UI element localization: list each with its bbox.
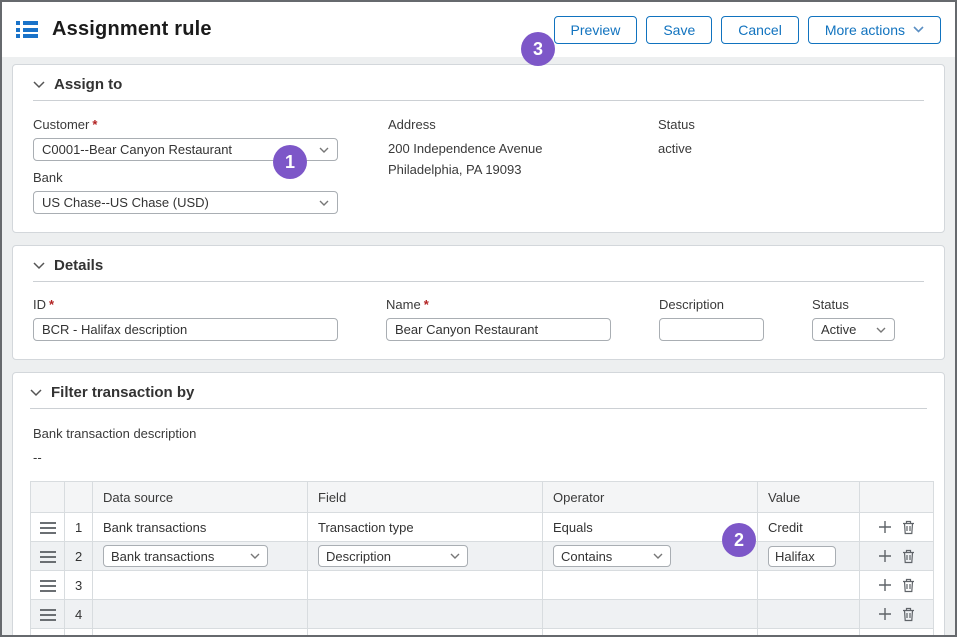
data-source-select[interactable]: Bank transactions [103,545,268,567]
chevron-down-icon [33,81,45,89]
drag-handle-icon[interactable] [40,609,56,621]
customer-status-value: active [658,138,695,159]
details-title: Details [54,257,103,274]
row-number: 2 [65,542,93,571]
header-actions: Preview Save Cancel More actions [554,16,941,44]
name-input[interactable] [395,322,602,337]
id-field-wrap [33,318,338,341]
chevron-down-icon [913,26,924,33]
required-asterisk: * [92,117,97,132]
table-header-row: Data source Field Operator Value [31,482,934,513]
row-number: 1 [65,513,93,542]
description-input[interactable] [668,322,755,337]
chevron-down-icon [319,147,329,153]
add-row-icon[interactable] [878,607,892,621]
row-number: 4 [65,600,93,629]
field-select[interactable]: Description [318,545,468,567]
required-asterisk: * [49,297,54,312]
add-row-icon[interactable] [878,578,892,592]
step-badge-1: 1 [273,145,307,179]
page-title: Assignment rule [52,18,212,41]
customer-status-label: Status [658,117,695,132]
actions-column-header [860,482,934,513]
cancel-button[interactable]: Cancel [721,16,799,44]
id-input[interactable] [42,322,329,337]
bank-transaction-description-value: -- [33,450,927,465]
drag-handle-icon[interactable] [40,551,56,563]
customer-select-value: C0001--Bear Canyon Restaurant [42,142,232,157]
id-label: ID* [33,297,338,312]
assign-to-title: Assign to [54,76,122,93]
chevron-down-icon [319,200,329,206]
delete-row-icon[interactable] [902,607,915,622]
value-input[interactable] [768,546,836,567]
table-row: 5 [31,629,934,637]
row-number: 3 [65,571,93,600]
filter-header[interactable]: Filter transaction by [30,384,927,409]
bank-select[interactable]: US Chase--US Chase (USD) [33,191,338,214]
step-badge-3: 3 [521,32,555,66]
filter-section: Filter transaction by Bank transaction d… [12,372,945,637]
chevron-down-icon [33,262,45,270]
save-button[interactable]: Save [646,16,712,44]
row-number: 5 [65,629,93,637]
assignment-rule-page: Assignment rule Preview Save Cancel More… [0,0,957,637]
delete-row-icon[interactable] [902,520,915,535]
customer-label: Customer* [33,117,338,132]
chevron-down-icon [653,553,663,559]
name-label: Name* [386,297,611,312]
rule-status-value: Active [821,322,856,337]
bank-transaction-description-label: Bank transaction description [33,426,927,441]
name-field-wrap [386,318,611,341]
preview-button[interactable]: Preview [554,16,638,44]
more-actions-button[interactable]: More actions [808,16,941,44]
address-line1: 200 Independence Avenue [388,138,608,159]
description-label: Description [659,297,764,312]
operator-column-header: Operator [543,482,758,513]
chevron-down-icon [30,389,42,397]
list-icon[interactable] [16,21,38,38]
details-header[interactable]: Details [33,257,924,282]
more-actions-label: More actions [825,22,905,38]
assign-to-section: Assign to Customer* C0001--Bear Canyon R… [12,64,945,233]
table-row: 1 Bank transactions Transaction type Equ… [31,513,934,542]
drag-column-header [31,482,65,513]
operator-select[interactable]: Contains [553,545,671,567]
chevron-down-icon [450,553,460,559]
add-row-icon[interactable] [878,549,892,563]
field-cell: Transaction type [308,513,543,542]
description-field-wrap [659,318,764,341]
chevron-down-icon [876,327,886,333]
field-column-header: Field [308,482,543,513]
filter-title: Filter transaction by [51,384,194,401]
step-badge-2: 2 [722,523,756,557]
filter-rules-table: Data source Field Operator Value 1 Bank … [30,481,934,637]
row-number-column-header [65,482,93,513]
rule-status-select[interactable]: Active [812,318,895,341]
address-label: Address [388,117,608,132]
add-row-icon[interactable] [878,520,892,534]
page-body: Assign to Customer* C0001--Bear Canyon R… [2,57,955,637]
value-column-header: Value [758,482,860,513]
rule-status-label: Status [812,297,895,312]
required-asterisk: * [424,297,429,312]
table-row: 2 Bank transactions Description [31,542,934,571]
bank-select-value: US Chase--US Chase (USD) [42,195,209,210]
page-header: Assignment rule Preview Save Cancel More… [2,2,955,57]
data-source-cell: Bank transactions [93,513,308,542]
delete-row-icon[interactable] [902,578,915,593]
chevron-down-icon [250,553,260,559]
address-line2: Philadelphia, PA 19093 [388,159,608,180]
data-source-column-header: Data source [93,482,308,513]
delete-row-icon[interactable] [902,549,915,564]
table-row: 4 [31,600,934,629]
table-row: 3 [31,571,934,600]
drag-handle-icon[interactable] [40,580,56,592]
value-cell: Credit [758,513,860,542]
drag-handle-icon[interactable] [40,522,56,534]
details-section: Details ID* Name* [12,245,945,360]
assign-to-header[interactable]: Assign to [33,76,924,101]
